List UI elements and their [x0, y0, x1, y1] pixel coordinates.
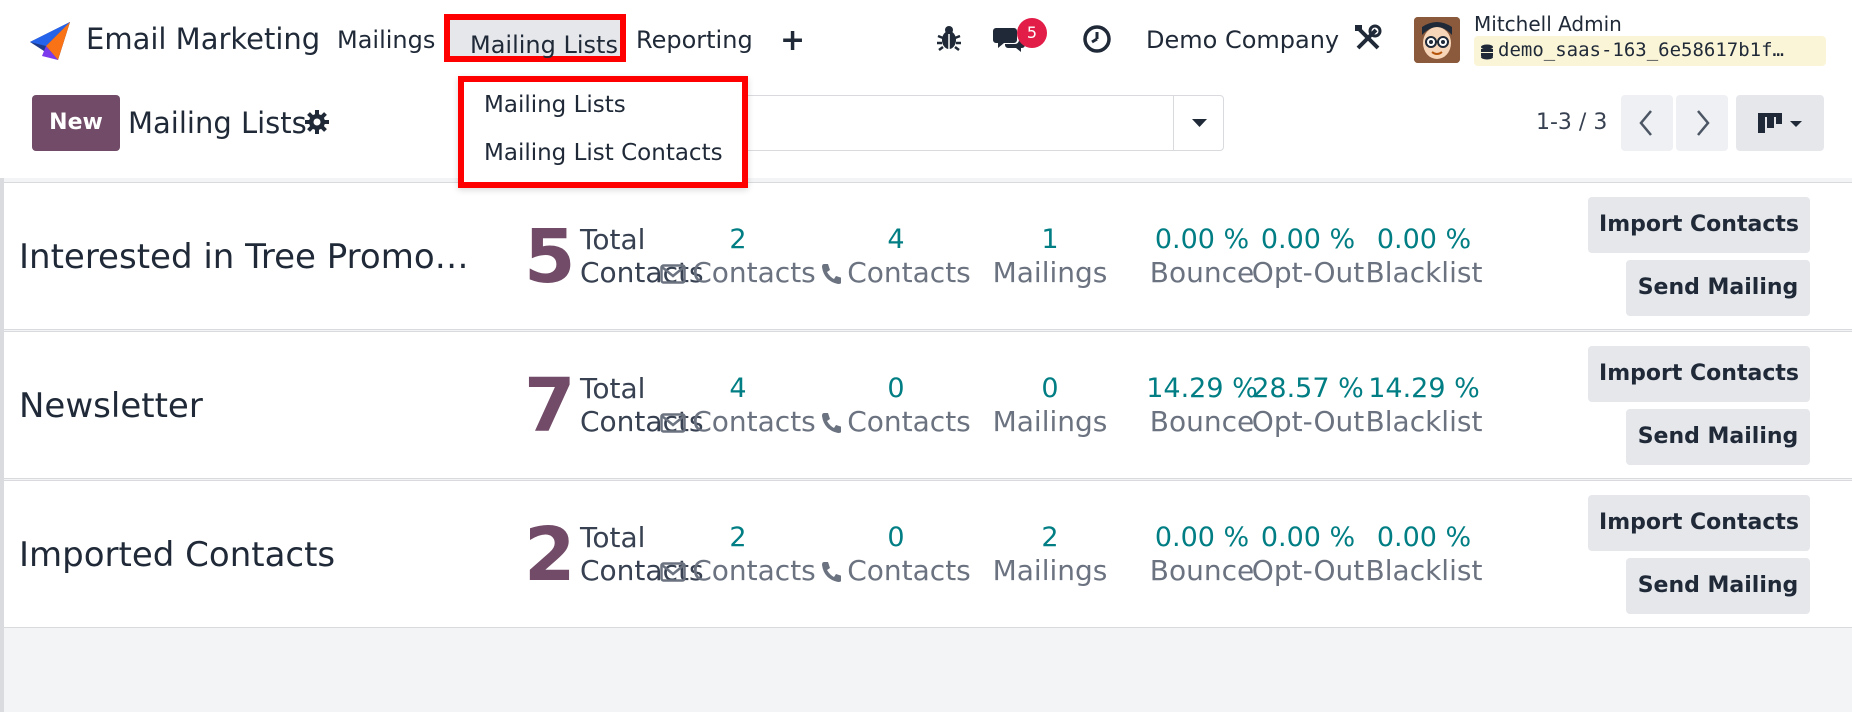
user-name[interactable]: Mitchell Admin [1474, 12, 1622, 36]
blacklist-value: 0.00 % [1376, 224, 1472, 255]
pager-next-button[interactable] [1676, 95, 1728, 151]
email-contacts-label: Contacts [658, 256, 818, 291]
sms-contacts-label: Contacts [816, 554, 976, 589]
mailing-list-card[interactable]: Interested in Tree Promot… 5 Total Conta… [4, 182, 1852, 330]
chevron-left-icon [1639, 110, 1652, 136]
total-contacts-count: 2 [524, 512, 576, 598]
email-contacts-label: Contacts [658, 405, 818, 440]
total-contacts-count: 5 [524, 214, 576, 300]
email-contacts-stat[interactable]: 2 Contacts [658, 521, 818, 589]
mailings-label: Mailings [992, 554, 1108, 587]
chat-count-badge: 5 [1017, 18, 1047, 48]
chevron-right-icon [1697, 110, 1710, 136]
mailings-value: 0 [1041, 373, 1059, 404]
email-contacts-stat[interactable]: 2 Contacts [658, 223, 818, 291]
mailing-list-name[interactable]: Newsletter [19, 386, 479, 426]
mailing-list-card[interactable]: Newsletter 7 Total Contacts 4 Contacts 0… [4, 331, 1852, 479]
pager-value[interactable]: 1-3 / 3 [1536, 110, 1607, 135]
envelope-icon [660, 556, 686, 589]
mailings-value: 2 [1041, 522, 1059, 553]
envelope-icon [660, 407, 686, 440]
mailing-list-name[interactable]: Imported Contacts [19, 535, 479, 575]
sms-contacts-value: 0 [887, 522, 905, 553]
gear-icon[interactable] [305, 110, 329, 138]
top-navbar: Email Marketing Mailings Mailing Lists R… [0, 0, 1852, 80]
mailings-label: Mailings [992, 256, 1108, 289]
sms-contacts-value: 4 [887, 224, 905, 255]
email-marketing-logo-icon[interactable] [28, 20, 72, 62]
import-contacts-button[interactable]: Import Contacts [1588, 495, 1810, 551]
database-name: demo_saas-163_6e58617b1f… [1498, 39, 1784, 61]
mailing-lists-dropdown-menu: Mailing Lists Mailing List Contacts [458, 76, 748, 188]
mailing-list-name[interactable]: Interested in Tree Promot… [19, 237, 479, 277]
blacklist-value: 0.00 % [1376, 522, 1472, 553]
page-title[interactable]: Mailing Lists [128, 106, 307, 140]
send-mailing-button[interactable]: Send Mailing [1626, 558, 1810, 614]
dropdown-item-mailing-list-contacts[interactable]: Mailing List Contacts [484, 140, 723, 166]
company-switcher[interactable]: Demo Company [1146, 26, 1339, 54]
mailings-label: Mailings [992, 405, 1108, 438]
envelope-icon [660, 258, 686, 291]
blacklist-stat[interactable]: 0.00 % Blacklist [1344, 521, 1504, 587]
menu-plus-button[interactable]: + [780, 23, 805, 58]
sms-contacts-label: Contacts [816, 256, 976, 291]
email-contacts-value: 4 [729, 373, 747, 404]
send-mailing-button[interactable]: Send Mailing [1626, 260, 1810, 316]
blacklist-label: Blacklist [1365, 256, 1483, 289]
email-contacts-value: 2 [729, 522, 747, 553]
clock-icon[interactable] [1082, 24, 1112, 58]
mailing-list-card[interactable]: Imported Contacts 2 Total Contacts 2 Con… [4, 480, 1852, 628]
menu-reporting[interactable]: Reporting [636, 26, 753, 54]
total-contacts-count: 7 [524, 363, 576, 449]
blacklist-stat[interactable]: 14.29 % Blacklist [1344, 372, 1504, 438]
new-button[interactable]: New [32, 95, 120, 151]
sms-contacts-stat[interactable]: 0 Contacts [816, 521, 976, 589]
kanban-view-icon [1758, 113, 1802, 133]
import-contacts-button[interactable]: Import Contacts [1588, 346, 1810, 402]
phone-icon [821, 258, 843, 291]
pager-previous-button[interactable] [1621, 95, 1673, 151]
app-title[interactable]: Email Marketing [86, 22, 320, 56]
send-mailing-button[interactable]: Send Mailing [1626, 409, 1810, 465]
mailings-stat[interactable]: 2 Mailings [970, 521, 1130, 587]
caret-down-icon [1192, 119, 1207, 127]
mailings-value: 1 [1041, 224, 1059, 255]
blacklist-stat[interactable]: 0.00 % Blacklist [1344, 223, 1504, 289]
phone-icon [821, 556, 843, 589]
bug-icon[interactable] [936, 24, 962, 56]
email-contacts-label: Contacts [658, 554, 818, 589]
import-contacts-button[interactable]: Import Contacts [1588, 197, 1810, 253]
blacklist-label: Blacklist [1365, 405, 1483, 438]
email-contacts-stat[interactable]: 4 Contacts [658, 372, 818, 440]
avatar[interactable] [1414, 17, 1460, 63]
mailings-stat[interactable]: 0 Mailings [970, 372, 1130, 438]
database-badge: demo_saas-163_6e58617b1f… [1474, 36, 1826, 66]
blacklist-label: Blacklist [1365, 554, 1483, 587]
dropdown-item-mailing-lists[interactable]: Mailing Lists [484, 92, 626, 118]
menu-mailing-lists[interactable]: Mailing Lists [444, 14, 626, 62]
email-contacts-value: 2 [729, 224, 747, 255]
sms-contacts-stat[interactable]: 4 Contacts [816, 223, 976, 291]
database-icon [1480, 43, 1494, 65]
menu-mailings[interactable]: Mailings [337, 26, 435, 54]
sms-contacts-label: Contacts [816, 405, 976, 440]
blacklist-value: 14.29 % [1368, 373, 1480, 404]
mailings-stat[interactable]: 1 Mailings [970, 223, 1130, 289]
phone-icon [821, 407, 843, 440]
sms-contacts-value: 0 [887, 373, 905, 404]
search-options-toggle[interactable] [1173, 96, 1224, 150]
sms-contacts-stat[interactable]: 0 Contacts [816, 372, 976, 440]
view-switcher-button[interactable] [1736, 95, 1824, 151]
tools-icon[interactable] [1354, 24, 1382, 56]
